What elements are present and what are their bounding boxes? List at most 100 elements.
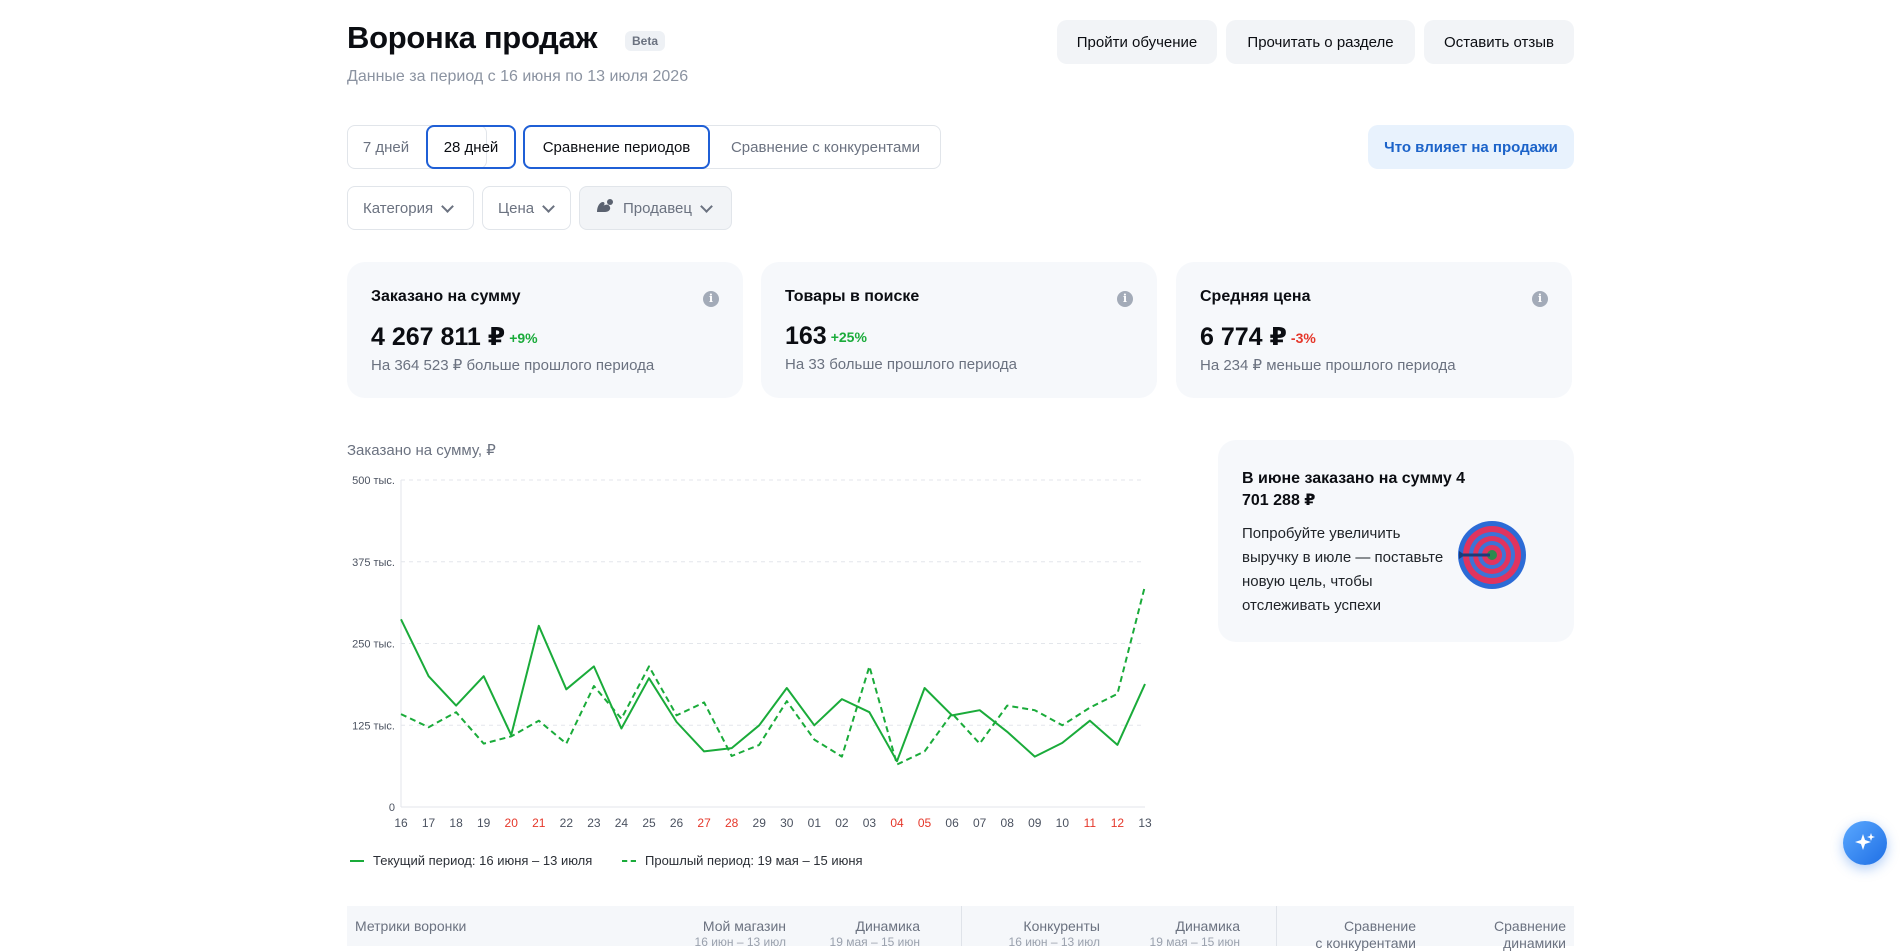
- training-button[interactable]: Пройти обучение: [1057, 20, 1217, 64]
- x-tick-label: 10: [1056, 816, 1070, 830]
- data-point-current: [454, 704, 458, 708]
- metric-card-search-items: Товары в поиске i 163 +25% На 33 больше п…: [761, 262, 1157, 398]
- chevron-down-icon: [700, 199, 713, 213]
- seller-filter-label: Продавец: [623, 199, 692, 217]
- data-point-current: [1005, 730, 1009, 734]
- info-icon[interactable]: i: [1117, 291, 1133, 307]
- data-point-previous: [978, 742, 982, 746]
- goal-card[interactable]: В июне заказано на сумму 4 701 288 ₽ Поп…: [1218, 440, 1574, 642]
- data-point-current: [923, 686, 927, 690]
- tab-compare-periods[interactable]: Сравнение периодов: [523, 125, 710, 169]
- data-point-previous: [1060, 723, 1064, 727]
- x-tick-label: 02: [835, 816, 849, 830]
- target-icon: [1458, 521, 1526, 589]
- data-point-previous: [840, 755, 844, 759]
- data-point-previous: [399, 712, 403, 716]
- data-point-previous: [785, 699, 789, 703]
- data-point-current: [399, 617, 403, 621]
- chevron-down-icon: [542, 199, 555, 213]
- col-dynamics-2: Динамика: [1175, 918, 1240, 934]
- card-change: -3%: [1290, 330, 1316, 346]
- data-point-current: [785, 686, 789, 690]
- data-point-current: [702, 749, 706, 753]
- data-point-previous: [1088, 706, 1092, 710]
- read-about-button[interactable]: Прочитать о разделе: [1226, 20, 1415, 64]
- data-point-current: [1115, 743, 1119, 747]
- data-point-previous: [509, 734, 513, 738]
- col-competitors: Конкуренты: [1023, 918, 1100, 934]
- x-tick-label: 27: [697, 816, 711, 830]
- y-tick-label: 125 тыс.: [352, 720, 395, 732]
- data-point-previous: [1033, 708, 1037, 712]
- feedback-button[interactable]: Оставить отзыв: [1424, 20, 1574, 64]
- category-filter-label: Категория: [363, 199, 434, 217]
- data-point-current: [1143, 682, 1147, 686]
- x-tick-label: 30: [780, 816, 794, 830]
- tab-compare-competitors[interactable]: Сравнение с конкурентами: [710, 125, 941, 169]
- page-title: Воронка продаж: [347, 20, 598, 55]
- col-competitors-period: 16 июн – 13 июл: [1008, 935, 1100, 949]
- x-tick-label: 24: [615, 816, 629, 830]
- data-point-current: [840, 697, 844, 701]
- col-my-store-period: 16 июн – 13 июл: [694, 935, 786, 949]
- x-tick-label: 18: [449, 816, 463, 830]
- data-point-previous: [730, 754, 734, 758]
- data-point-previous: [537, 719, 541, 723]
- card-value-number: 163: [785, 322, 827, 350]
- data-point-previous: [895, 762, 899, 766]
- data-point-previous: [702, 700, 706, 704]
- ai-assistant-button[interactable]: [1843, 821, 1887, 865]
- x-tick-label: 05: [918, 816, 932, 830]
- data-point-current: [537, 624, 541, 628]
- col-dynamics: Динамика: [855, 918, 920, 934]
- data-point-current: [1033, 755, 1037, 759]
- seller-filter[interactable]: Продавец: [579, 186, 732, 230]
- data-point-previous: [867, 664, 871, 668]
- x-tick-label: 21: [532, 816, 546, 830]
- card-note: На 33 больше прошлого периода: [785, 356, 1017, 373]
- data-point-current: [978, 708, 982, 712]
- data-point-previous: [950, 711, 954, 715]
- card-value-number: 4 267 811 ₽: [371, 323, 506, 351]
- price-filter[interactable]: Цена: [482, 186, 571, 230]
- card-note: На 234 ₽ меньше прошлого периода: [1200, 357, 1456, 374]
- data-point-current: [619, 727, 623, 731]
- x-tick-label: 29: [753, 816, 767, 830]
- period-subtitle: Данные за период с 16 июня по 13 июля 20…: [347, 68, 689, 85]
- data-point-current: [592, 664, 596, 668]
- chevron-down-icon: [441, 199, 454, 213]
- col-dynamics-period: 19 мая – 15 июн: [829, 935, 920, 949]
- column-divider: [961, 906, 962, 946]
- data-point-current: [564, 687, 568, 691]
- data-point-current: [647, 676, 651, 680]
- goal-text: Попробуйте увеличить выручку в июле — по…: [1242, 525, 1444, 614]
- data-point-previous: [1005, 704, 1009, 708]
- y-tick-label: 0: [389, 802, 395, 814]
- what-affects-sales-button[interactable]: Что влияет на продажи: [1368, 125, 1574, 169]
- col-compare-dynamics-l2: динамики: [1503, 935, 1566, 951]
- col-compare-competitors-l2: с конкурентами: [1315, 935, 1416, 951]
- legend-previous-label: Прошлый период: 19 мая – 15 июня: [645, 853, 863, 868]
- card-value: 163 +25%: [785, 322, 867, 351]
- col-my-store: Мой магазин: [702, 918, 786, 934]
- x-tick-label: 07: [973, 816, 987, 830]
- tab-7-days[interactable]: 7 дней: [347, 125, 425, 169]
- tab-28-days[interactable]: 28 дней: [426, 125, 516, 169]
- card-value: 6 774 ₽ -3%: [1200, 322, 1316, 352]
- category-filter[interactable]: Категория: [347, 186, 474, 230]
- card-value: 4 267 811 ₽ +9%: [371, 322, 538, 352]
- x-tick-label: 20: [505, 816, 519, 830]
- card-title: Товары в поиске: [785, 288, 920, 305]
- card-title: Средняя цена: [1200, 288, 1311, 305]
- series-line-current: [400, 618, 1146, 763]
- info-icon[interactable]: i: [703, 291, 719, 307]
- data-point-current: [675, 720, 679, 724]
- legend-current: Текущий период: 16 июня – 13 июля: [350, 853, 592, 868]
- goal-title: В июне заказано на сумму 4 701 288 ₽: [1242, 470, 1466, 509]
- col-compare-competitors: Сравнение: [1344, 918, 1416, 934]
- data-point-previous: [1143, 584, 1147, 588]
- data-point-current: [427, 674, 431, 678]
- info-icon[interactable]: i: [1532, 291, 1548, 307]
- card-change: +25%: [830, 329, 867, 345]
- chart-title: Заказано на сумму, ₽: [347, 442, 496, 459]
